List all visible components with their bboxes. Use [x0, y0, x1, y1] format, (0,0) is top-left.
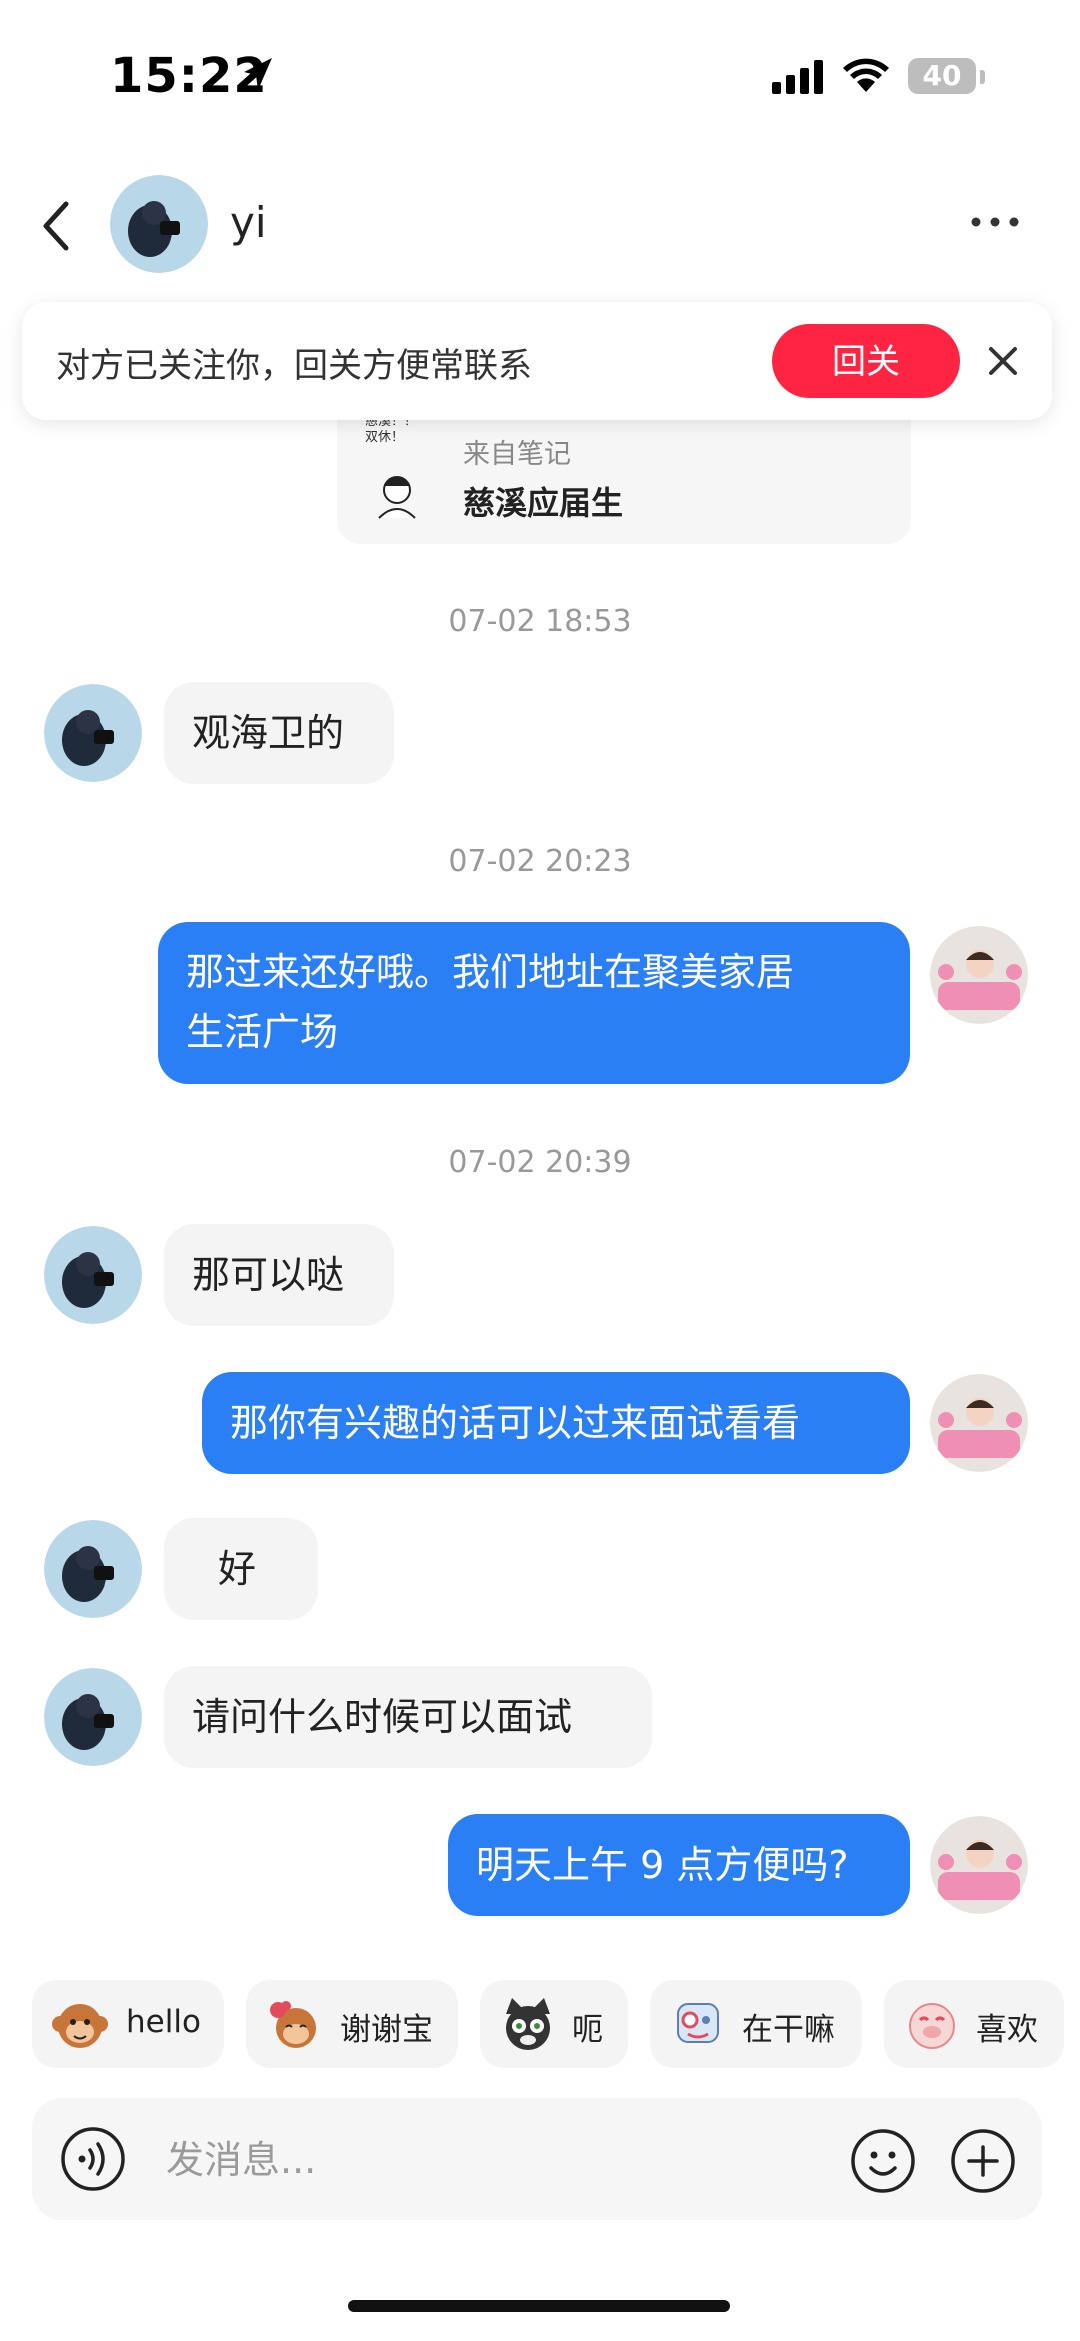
contact-avatar[interactable]: [44, 684, 142, 782]
follow-back-banner: 对方已关注你，回关方便常联系 回关: [22, 302, 1052, 420]
wifi-icon: [843, 58, 889, 92]
message-bubble-received[interactable]: 那可以哒: [164, 1224, 394, 1326]
back-arrow-icon[interactable]: [38, 198, 78, 254]
contact-avatar[interactable]: [44, 1226, 142, 1324]
close-icon[interactable]: [982, 340, 1024, 382]
contact-name[interactable]: yi: [230, 198, 267, 247]
status-bar: 15:22 40: [0, 0, 1080, 150]
sticker-chip-er[interactable]: 呃: [480, 1980, 628, 2068]
message-bubble-received[interactable]: 观海卫的: [164, 682, 394, 784]
sticker-chip-hello[interactable]: hello: [32, 1980, 224, 2068]
battery-tip: [980, 70, 985, 84]
my-avatar[interactable]: [930, 1374, 1028, 1472]
message-timestamp: 07-02 20:39: [448, 1145, 632, 1180]
message-bubble-received[interactable]: 请问什么时候可以面试: [164, 1666, 652, 1768]
message-bubble-sent[interactable]: 明天上午 9 点方便吗?: [448, 1814, 910, 1916]
sticker-label: 喜欢: [976, 2012, 1038, 2048]
voice-input-icon[interactable]: [60, 2126, 126, 2192]
note-reference-card[interactable]: 慈溪！！ 双休！ 来自笔记 慈溪应届生: [337, 400, 911, 544]
monkey-hello-icon: [52, 2004, 108, 2048]
cellular-signal-icon: [772, 60, 823, 94]
robot-whatsup-icon: [677, 2003, 719, 2043]
my-avatar[interactable]: [930, 1816, 1028, 1914]
contact-avatar[interactable]: [110, 175, 208, 273]
message-line: 生活广场: [186, 1010, 339, 1054]
more-options-icon[interactable]: [970, 215, 1020, 229]
battery-icon: 40: [908, 58, 976, 94]
sticker-label: 谢谢宝: [340, 2012, 433, 2048]
message-timestamp: 07-02 18:53: [448, 604, 632, 639]
contact-avatar[interactable]: [44, 1668, 142, 1766]
chat-header: yi: [0, 160, 1080, 290]
sticker-chip-whatsup[interactable]: 在干嘛: [650, 1980, 862, 2068]
sticker-label: hello: [126, 2004, 201, 2040]
message-composer: [32, 2098, 1042, 2220]
sticker-label: 呃: [572, 2012, 603, 2048]
message-bubble-received[interactable]: 好: [164, 1518, 318, 1620]
pig-like-icon: [909, 2003, 955, 2049]
message-input[interactable]: [164, 2122, 728, 2198]
sticker-chip-like[interactable]: 喜欢: [884, 1980, 1064, 2068]
cat-speechless-icon: [506, 1998, 550, 2050]
sticker-chip-thanks[interactable]: 谢谢宝: [246, 1980, 458, 2068]
my-avatar[interactable]: [930, 926, 1028, 1024]
add-attachment-icon[interactable]: [950, 2128, 1016, 2194]
emoji-icon[interactable]: [850, 2128, 916, 2194]
message-bubble-sent[interactable]: 那你有兴趣的话可以过来面试看看: [202, 1372, 910, 1474]
message-timestamp: 07-02 20:23: [448, 844, 632, 879]
message-line: 那过来还好哦。我们地址在聚美家居: [186, 950, 795, 994]
battery-level: 40: [922, 59, 962, 92]
home-indicator: [348, 2300, 730, 2312]
note-thumb-text-2: 双休！: [365, 430, 405, 445]
monkey-thanks-icon: [270, 2001, 316, 2048]
sticker-label: 在干嘛: [742, 2012, 835, 2048]
note-from-label: 来自笔记: [463, 439, 571, 470]
follow-back-button[interactable]: 回关: [772, 324, 960, 398]
location-arrow-icon: [244, 58, 272, 90]
note-title: 慈溪应届生: [463, 484, 624, 522]
message-bubble-sent[interactable]: 那过来还好哦。我们地址在聚美家居 生活广场: [158, 922, 910, 1084]
contact-avatar[interactable]: [44, 1520, 142, 1618]
banner-text: 对方已关注你，回关方便常联系: [56, 346, 532, 386]
